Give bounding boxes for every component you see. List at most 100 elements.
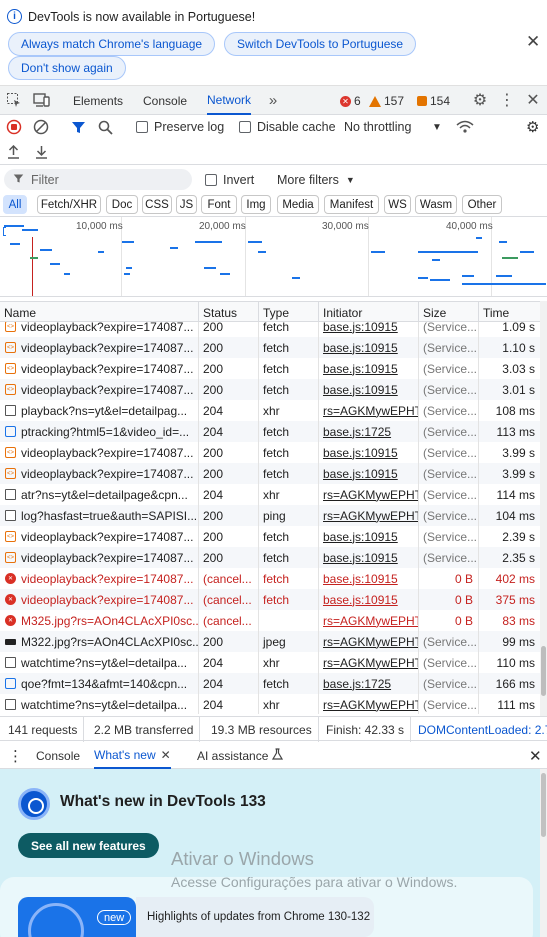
throttling-select[interactable]: No throttling ▼ xyxy=(344,118,444,136)
cell-initiator-link[interactable]: base.js:1725 xyxy=(319,673,419,694)
cell-name[interactable]: ✕ M325.jpg?rs=AOn4CLAcXPI0sc... xyxy=(0,610,199,631)
chip-wasm[interactable]: Wasm xyxy=(415,195,457,214)
tab-network[interactable]: Network xyxy=(207,86,252,115)
table-row[interactable]: <> videoplayback?expire=174087... 200 fetch… xyxy=(0,322,540,337)
cell-initiator-link[interactable]: base.js:10915 xyxy=(319,547,419,568)
close-tab-icon[interactable]: ✕ xyxy=(161,748,171,762)
chip-fetch-xhr[interactable]: Fetch/XHR xyxy=(37,195,101,214)
column-header-type[interactable]: Type xyxy=(259,302,319,323)
switch-devtools-language-button[interactable]: Switch DevTools to Portuguese xyxy=(224,32,417,56)
chip-font[interactable]: Font xyxy=(201,195,237,214)
chip-media[interactable]: Media xyxy=(277,195,319,214)
cell-initiator-link[interactable]: base.js:10915 xyxy=(319,442,419,463)
chip-css[interactable]: CSS xyxy=(142,195,172,214)
infobar-close-icon[interactable]: ✕ xyxy=(526,33,540,50)
cell-name[interactable]: <> videoplayback?expire=174087... xyxy=(0,322,199,337)
column-header-time[interactable]: Time xyxy=(479,302,540,323)
cell-initiator-link[interactable]: rs=AGKMywEPHTI xyxy=(319,610,419,631)
preserve-log-box[interactable] xyxy=(136,121,148,133)
disable-cache-checkbox[interactable]: Disable cache xyxy=(239,118,336,136)
cell-initiator-link[interactable]: base.js:10915 xyxy=(319,568,419,589)
cell-initiator-link[interactable]: rs=AGKMywEPHTI xyxy=(319,400,419,421)
more-tabs-chevron-icon[interactable]: » xyxy=(265,91,281,109)
cell-initiator-link[interactable]: base.js:10915 xyxy=(319,463,419,484)
cell-initiator-link[interactable]: rs=AGKMywEPHTI xyxy=(319,484,419,505)
chip-manifest[interactable]: Manifest xyxy=(324,195,379,214)
invert-box[interactable] xyxy=(205,174,217,186)
chip-doc[interactable]: Doc xyxy=(106,195,138,214)
inspect-element-icon[interactable] xyxy=(6,92,22,108)
timeline-range-handle[interactable] xyxy=(3,227,6,236)
table-row[interactable]: ✕ videoplayback?expire=174087... (cancel..… xyxy=(0,568,540,589)
table-row[interactable]: watchtime?ns=yt&el=detailpa... 204 xhr rs=A… xyxy=(0,652,540,673)
tab-elements[interactable]: Elements xyxy=(73,86,123,115)
cell-name[interactable]: <> videoplayback?expire=174087... xyxy=(0,358,199,379)
cell-name[interactable]: watchtime?ns=yt&el=detailpa... xyxy=(0,652,199,673)
table-row[interactable]: qoe?fmt=134&afmt=140&cpn... 204 fetch base.… xyxy=(0,673,540,694)
more-filters-dropdown[interactable]: More filters ▼ xyxy=(277,171,355,189)
cell-initiator-link[interactable]: base.js:10915 xyxy=(319,322,419,337)
search-icon[interactable] xyxy=(98,118,114,136)
errors-badge[interactable]: ✕ 6 xyxy=(340,94,361,108)
cell-name[interactable]: qoe?fmt=134&afmt=140&cpn... xyxy=(0,673,199,694)
chip-ws[interactable]: WS xyxy=(384,195,411,214)
disable-cache-box[interactable] xyxy=(239,121,251,133)
chip-all[interactable]: All xyxy=(3,195,27,214)
invert-checkbox[interactable]: Invert xyxy=(205,171,254,189)
preserve-log-checkbox[interactable]: Preserve log xyxy=(136,118,224,136)
cell-name[interactable]: <> videoplayback?expire=174087... xyxy=(0,463,199,484)
close-drawer-icon[interactable]: ✕ xyxy=(529,742,542,769)
device-toolbar-icon[interactable] xyxy=(33,92,51,108)
table-row[interactable]: ptracking?html5=1&video_id=... 204 fetch ba… xyxy=(0,421,540,442)
cell-name[interactable]: ptracking?html5=1&video_id=... xyxy=(0,421,199,442)
cell-initiator-link[interactable]: base.js:10915 xyxy=(319,526,419,547)
cell-name[interactable]: <> videoplayback?expire=174087... xyxy=(0,337,199,358)
table-row[interactable]: <> videoplayback?expire=174087... 200 fetch… xyxy=(0,547,540,568)
filter-funnel-icon[interactable] xyxy=(71,118,87,136)
table-row[interactable]: <> videoplayback?expire=174087... 200 fetch… xyxy=(0,526,540,547)
issues-badge[interactable]: 154 xyxy=(417,94,450,108)
cell-initiator-link[interactable]: rs=AGKMywEPHTI xyxy=(319,694,419,714)
cell-initiator-link[interactable]: base.js:10915 xyxy=(319,379,419,400)
column-header-size[interactable]: Size xyxy=(419,302,479,323)
close-devtools-icon[interactable]: ✕ xyxy=(524,91,542,109)
warnings-badge[interactable]: 157 xyxy=(369,94,404,108)
drawer-tab-console[interactable]: Console xyxy=(36,742,80,769)
network-overview-timeline[interactable]: 10,000 ms 20,000 ms 30,000 ms 40,000 ms xyxy=(0,217,547,297)
always-match-language-button[interactable]: Always match Chrome's language xyxy=(8,32,216,56)
table-row[interactable]: M322.jpg?rs=AOn4CLAcXPI0sc... 200 jpeg rs=A… xyxy=(0,631,540,652)
table-row[interactable]: watchtime?ns=yt&el=detailpa... 204 xhr rs=A… xyxy=(0,694,540,714)
cell-name[interactable]: atr?ns=yt&el=detailpage&cpn... xyxy=(0,484,199,505)
table-row[interactable]: atr?ns=yt&el=detailpage&cpn... 204 xhr rs=A… xyxy=(0,484,540,505)
cell-name[interactable]: ✕ videoplayback?expire=174087... xyxy=(0,568,199,589)
cell-initiator-link[interactable]: rs=AGKMywEPHTI xyxy=(319,505,419,526)
requests-scrollbar[interactable] xyxy=(540,301,547,716)
cell-name[interactable]: <> videoplayback?expire=174087... xyxy=(0,442,199,463)
cell-name[interactable]: M322.jpg?rs=AOn4CLAcXPI0sc... xyxy=(0,631,199,652)
table-row[interactable]: ✕ M325.jpg?rs=AOn4CLAcXPI0sc... (cancel...… xyxy=(0,610,540,631)
column-header-name[interactable]: Name xyxy=(0,302,199,323)
import-har-upload-icon[interactable] xyxy=(7,143,21,161)
whats-new-scrollbar[interactable] xyxy=(540,769,547,937)
export-har-download-icon[interactable] xyxy=(35,143,49,161)
table-row[interactable]: <> videoplayback?expire=174087... 200 fetch… xyxy=(0,442,540,463)
cell-name[interactable]: watchtime?ns=yt&el=detailpa... xyxy=(0,694,199,714)
network-settings-gear-icon[interactable]: ⚙ xyxy=(526,118,542,136)
cell-name[interactable]: <> videoplayback?expire=174087... xyxy=(0,547,199,568)
cell-initiator-link[interactable]: base.js:10915 xyxy=(319,358,419,379)
cell-name[interactable]: <> videoplayback?expire=174087... xyxy=(0,526,199,547)
tab-console[interactable]: Console xyxy=(143,86,187,115)
table-row[interactable]: log?hasfast=true&auth=SAPISI... 200 ping rs… xyxy=(0,505,540,526)
cell-initiator-link[interactable]: base.js:1725 xyxy=(319,421,419,442)
see-all-new-features-button[interactable]: See all new features xyxy=(18,833,159,858)
cell-initiator-link[interactable]: base.js:10915 xyxy=(319,337,419,358)
cell-name[interactable]: <> videoplayback?expire=174087... xyxy=(0,379,199,400)
column-header-initiator[interactable]: Initiator xyxy=(319,302,419,323)
table-row[interactable]: <> videoplayback?expire=174087... 200 fetch… xyxy=(0,379,540,400)
highlights-link[interactable]: Highlights of updates from Chrome 130-13… xyxy=(136,897,374,937)
cell-initiator-link[interactable]: rs=AGKMywEPHTI xyxy=(319,631,419,652)
drawer-tab-whats-new[interactable]: What's new ✕ xyxy=(94,742,171,769)
drawer-tab-ai-assistance[interactable]: AI assistance xyxy=(197,742,284,769)
cell-name[interactable]: playback?ns=yt&el=detailpag... xyxy=(0,400,199,421)
cell-initiator-link[interactable]: base.js:10915 xyxy=(319,589,419,610)
